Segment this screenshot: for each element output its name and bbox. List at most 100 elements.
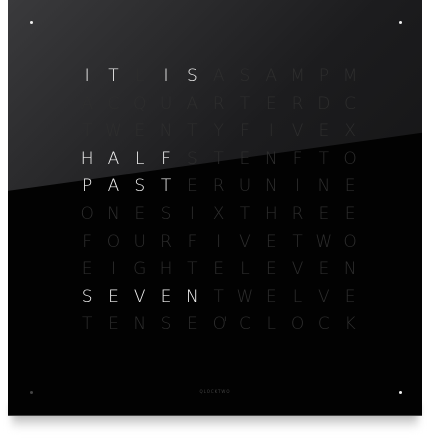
letter-cell: L — [240, 259, 250, 280]
letter-cell: F — [187, 231, 198, 252]
letter-cell: R — [291, 203, 304, 224]
letter-cell: U — [133, 231, 146, 252]
letter-cell: C — [317, 314, 330, 335]
letter-cell: E — [160, 286, 172, 307]
letter-grid: ITLISASAMPMACQUARTERDCTWENTYFIVEXHALFSTE… — [74, 63, 363, 339]
letter-cell: V — [239, 231, 251, 252]
letter-cell: P — [318, 66, 329, 86]
letter-cell: L — [135, 66, 145, 86]
letter-cell: E — [344, 203, 356, 224]
letter-cell: T — [108, 66, 119, 86]
letter-cell: I — [163, 66, 169, 86]
letter-cell: N — [343, 259, 357, 280]
letter-cell: V — [291, 259, 304, 280]
letter-cell: A — [212, 66, 225, 86]
minute-dot-top-left — [30, 21, 33, 24]
letter-cell: P — [82, 176, 93, 197]
letter-cell: K — [344, 314, 356, 335]
letter-cell: D — [317, 93, 331, 114]
word-clock-face: ITLISASAMPMACQUARTERDCTWENTYFIVEXHALFSTE… — [8, 0, 422, 416]
letter-cell: L — [292, 286, 303, 307]
letter-cell: I — [110, 259, 116, 280]
letter-cell: E — [108, 314, 119, 335]
letter-cell: T — [187, 259, 198, 280]
letter-cell: E — [265, 93, 277, 114]
letter-cell: N — [317, 176, 331, 197]
letter-cell: O — [343, 231, 357, 252]
letter-cell: S — [186, 66, 198, 86]
letter-cell: R — [160, 231, 172, 252]
letter-cell: V — [318, 286, 330, 307]
letter-cell: G — [133, 259, 147, 280]
brand-logo: QLOCKTWO — [199, 389, 231, 394]
letter-cell: X — [212, 203, 225, 224]
letter-cell: E — [344, 286, 356, 307]
letter-cell: E — [265, 286, 277, 307]
letter-cell: S — [134, 176, 146, 197]
letter-cell: E — [265, 231, 277, 252]
letter-cell: I — [216, 231, 222, 252]
letter-cell: C — [344, 93, 357, 114]
letter-cell: H — [159, 259, 173, 280]
letter-cell: W — [315, 231, 333, 252]
letter-cell: X — [344, 121, 356, 142]
letter-cell: A — [107, 148, 120, 169]
letter-cell: T — [292, 231, 303, 252]
letter-cell: F — [240, 121, 250, 142]
letter-cell: E — [186, 176, 198, 197]
letter-cell: V — [291, 121, 304, 142]
letter-cell: T — [239, 203, 251, 224]
letter-cell: L — [135, 148, 145, 169]
letter-cell: U — [159, 93, 173, 114]
letter-cell: C — [238, 314, 251, 335]
letter-cell: H — [80, 148, 94, 169]
letter-cell: E — [318, 259, 330, 280]
letter-cell: O — [343, 148, 357, 169]
letter-cell: E — [134, 203, 146, 224]
letter-cell: I — [189, 203, 195, 224]
letter-cell: V — [133, 286, 146, 307]
letter-cell: W — [236, 286, 254, 307]
letter-cell: E — [186, 314, 198, 335]
letter-cell: U — [238, 176, 252, 197]
letter-cell: M — [342, 66, 358, 86]
letter-cell: F — [82, 231, 93, 252]
letter-cell: O — [80, 203, 94, 224]
letter-cell: A — [186, 93, 199, 114]
letter-cell: N — [133, 314, 147, 335]
letter-cell: A — [265, 66, 278, 86]
letter-cell: E — [318, 121, 330, 142]
letter-cell: T — [318, 148, 330, 169]
letter-cell: E — [318, 203, 330, 224]
letter-cell: A — [107, 176, 120, 197]
letter-cell: S — [160, 203, 172, 224]
letter-cell: R — [291, 93, 304, 114]
letter-cell: S — [81, 286, 93, 307]
letter-cell: S — [239, 66, 251, 86]
letter-cell: N — [107, 203, 120, 224]
letter-cell: F — [161, 148, 171, 169]
letter-cell: N — [185, 286, 199, 307]
letter-cell: T — [213, 286, 224, 307]
letter-cell: S — [160, 314, 172, 335]
letter-cell: T — [187, 121, 198, 142]
minute-dot-top-right — [399, 21, 402, 24]
letter-cell: T — [81, 121, 93, 142]
letter-cell: M — [290, 66, 305, 86]
letter-cell: A — [81, 93, 93, 114]
letter-cell: Q — [133, 93, 147, 114]
letter-cell: C — [107, 93, 120, 114]
letter-cell: E — [108, 286, 119, 307]
letter-cell: E — [134, 121, 146, 142]
letter-cell: H — [264, 203, 278, 224]
letter-cell: I — [295, 176, 301, 197]
letter-cell: F — [292, 148, 303, 169]
letter-cell: R — [212, 93, 225, 114]
letter-cell: W — [105, 121, 122, 142]
letter-cell: S — [186, 148, 198, 169]
letter-cell: I — [84, 66, 90, 86]
letter-cell: E — [213, 259, 224, 280]
letter-cell: N — [264, 148, 278, 169]
letter-cell: N — [264, 176, 278, 197]
letter-cell: O — [106, 231, 121, 252]
